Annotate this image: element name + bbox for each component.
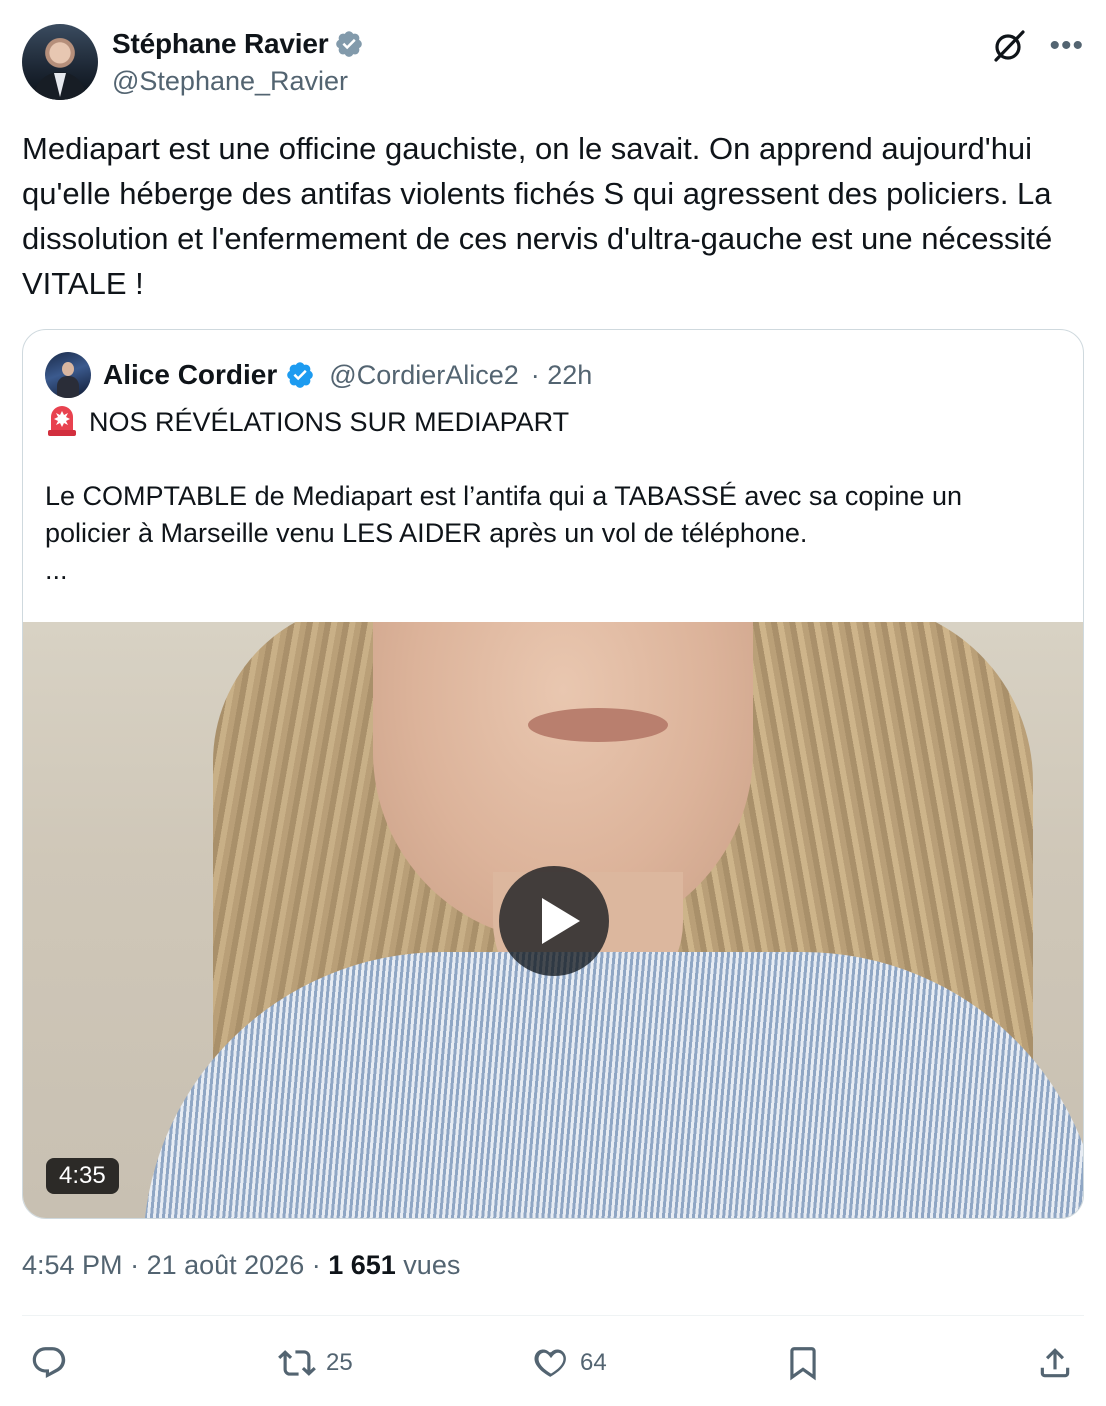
action-bar: 25 64 [22,1336,1084,1390]
quote-author-handle: @CordierAlice2 [329,359,519,390]
retweet-icon [278,1350,316,1376]
share-button[interactable] [1036,1336,1074,1390]
share-icon [1040,1348,1070,1378]
play-icon[interactable] [499,866,609,976]
quote-text: NOS RÉVÉLATIONS SUR MEDIAPART Le COMPTAB… [45,404,1055,589]
quote-headline: NOS RÉVÉLATIONS SUR MEDIAPART [89,407,570,437]
retweet-count: 25 [326,1349,353,1376]
tweet-time[interactable]: 4:54 PM [22,1250,123,1280]
quoted-tweet[interactable]: Alice Cordier @CordierAlice2 · 22h NOS R… [22,329,1084,1219]
quote-author-name: Alice Cordier [103,359,278,390]
reply-button[interactable] [30,1336,78,1390]
author-name-row: Stéphane Ravier [112,28,364,60]
author-avatar[interactable] [22,24,98,100]
views-count: 1 651 [328,1250,396,1280]
video-player[interactable]: 4:35 [23,622,1083,1218]
tweet-header: Stéphane Ravier @Stephane_Ravier ••• [22,24,1084,104]
tweet-date[interactable]: 21 août 2026 [147,1250,305,1280]
top-actions: ••• [991,28,1084,64]
bookmark-button[interactable] [784,1336,822,1390]
author-display-name[interactable]: Stéphane Ravier [112,28,329,60]
verified-icon [287,362,314,388]
more-icon[interactable]: ••• [1049,31,1084,61]
quote-header: Alice Cordier @CordierAlice2 · 22h [45,352,592,398]
tweet-text: Mediapart est une officine gauchiste, on… [22,131,1053,301]
grok-icon[interactable] [991,28,1027,64]
retweet-button[interactable]: 25 [278,1336,353,1390]
tweet-meta: 4:54 PM · 21 août 2026 · 1 651 vues [22,1250,460,1281]
views-label: vues [395,1250,461,1280]
reply-icon [32,1347,66,1379]
video-duration: 4:35 [46,1158,119,1194]
meta-separator: · [122,1250,147,1280]
quote-body: Le COMPTABLE de Mediapart est l’antifa q… [45,481,962,585]
bookmark-icon [790,1347,816,1381]
verified-icon [336,31,363,57]
siren-emoji-icon [48,406,76,436]
like-button[interactable]: 64 [532,1336,607,1390]
divider [22,1315,1084,1316]
quote-time: · 22h [530,359,593,390]
like-icon [534,1349,566,1377]
meta-separator: · [304,1250,329,1280]
author-handle[interactable]: @Stephane_Ravier [112,66,348,97]
quote-avatar[interactable] [45,352,91,398]
like-count: 64 [580,1349,607,1376]
